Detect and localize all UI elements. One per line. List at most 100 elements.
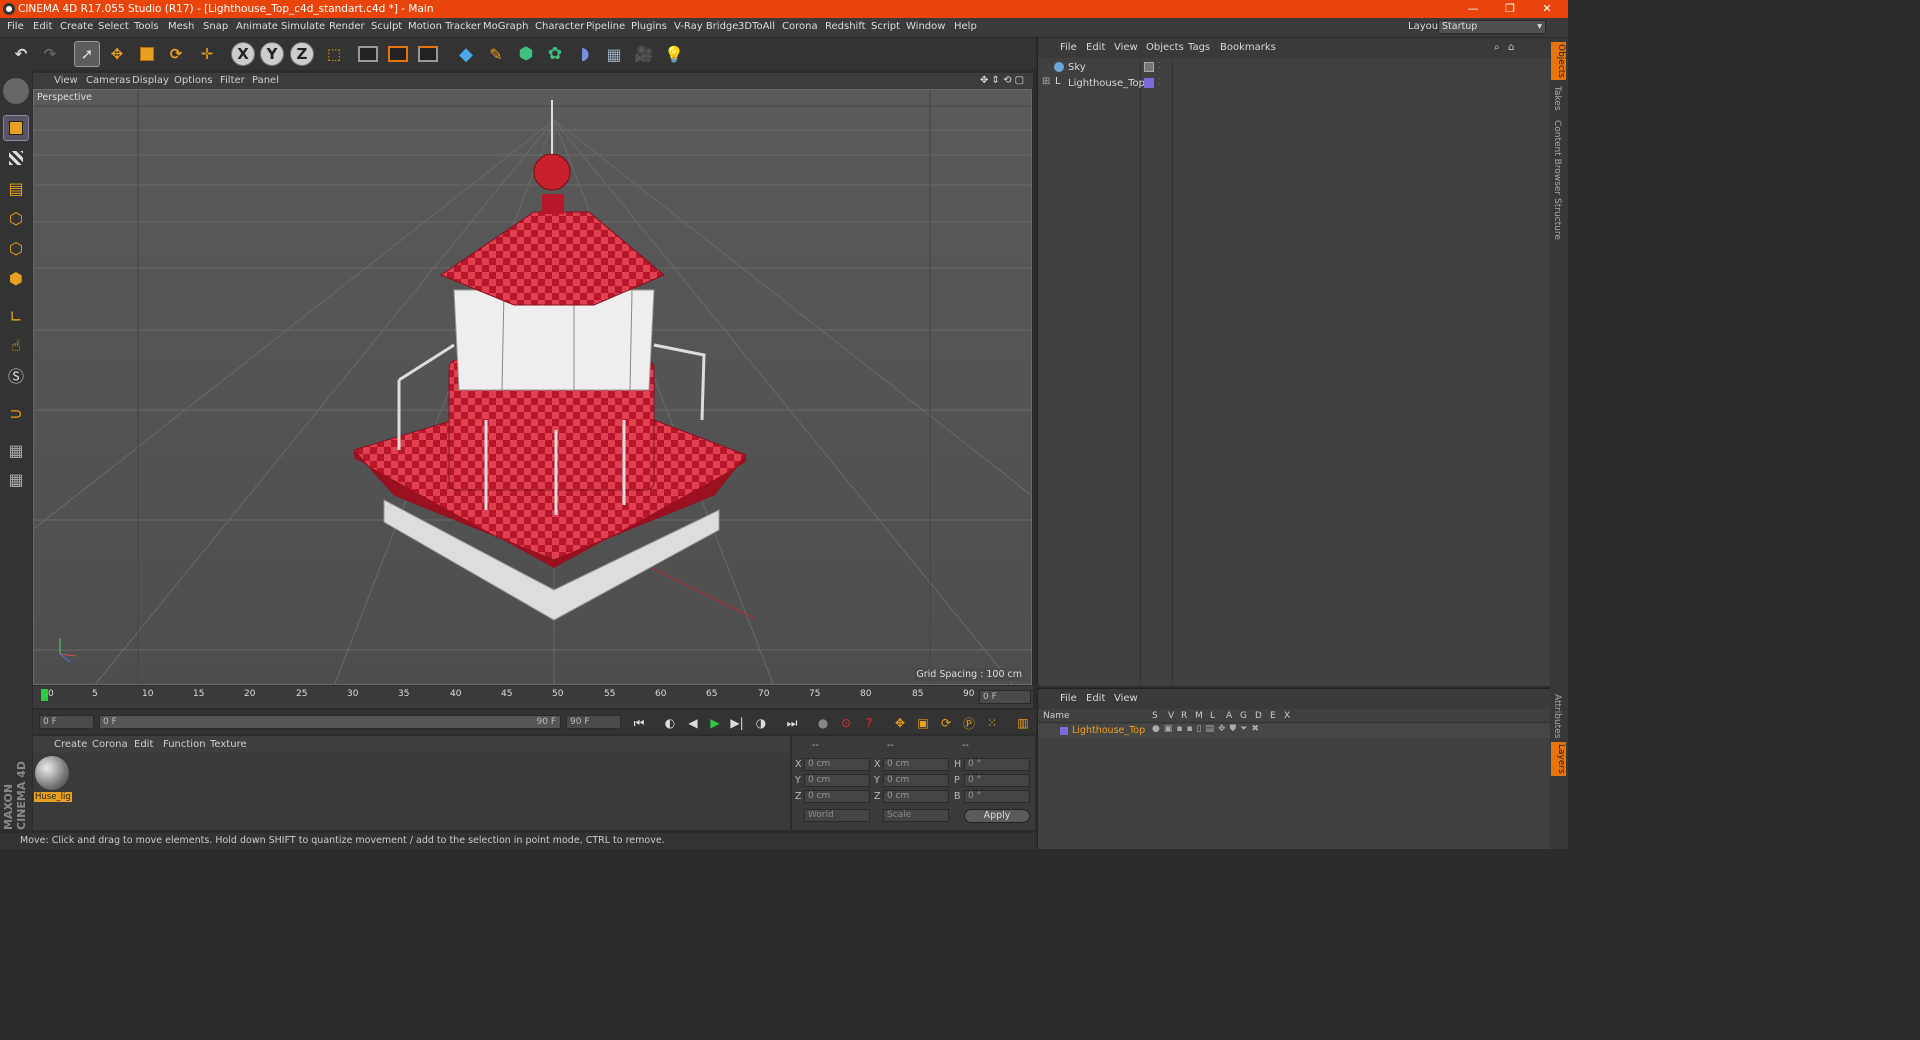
menu-tools[interactable]: Tools — [134, 21, 159, 32]
material-name[interactable]: Huse_lig — [34, 792, 72, 802]
goto-end-icon[interactable]: ⏭ — [782, 713, 802, 733]
objects-menu-bookmarks[interactable]: Bookmarks — [1220, 42, 1276, 53]
make-editable-icon[interactable] — [3, 78, 29, 104]
objects-menu-objects[interactable]: Objects — [1146, 42, 1184, 53]
record-active-icon[interactable]: ⊙ — [836, 713, 856, 733]
layer-flag-icons[interactable]: ●▣▪▪▯▤✥⛊⏷✖ — [1152, 724, 1263, 734]
step-forward-icon[interactable]: ▶| — [727, 713, 747, 733]
layers-menu-view[interactable]: View — [1114, 693, 1138, 704]
live-selection-icon[interactable]: ✛ — [194, 41, 220, 67]
menu-redshift[interactable]: Redshift — [825, 21, 866, 32]
goto-next-key-icon[interactable]: ◑ — [751, 713, 771, 733]
y-axis-icon[interactable]: Y — [260, 42, 284, 66]
expand-icon[interactable]: ⊞ — [1042, 76, 1050, 87]
menu-vray-bridge[interactable]: V-Ray Bridge — [674, 21, 738, 32]
object-row-lighthouse[interactable]: ⊞ L Lighthouse_Top ⁚ — [1038, 76, 1551, 92]
planar-workplane-icon[interactable]: ▦ — [3, 466, 29, 492]
play-icon[interactable]: ▶ — [705, 713, 725, 733]
position-y-field[interactable]: 0 cm — [804, 774, 870, 787]
record-keys-off-icon[interactable]: ● — [813, 713, 833, 733]
edges-mode-icon[interactable]: ⬡ — [3, 235, 29, 261]
render-dot-icon[interactable]: ⁚ — [1158, 77, 1161, 86]
light-icon[interactable]: 💡 — [661, 41, 687, 67]
menu-help[interactable]: Help — [954, 21, 977, 32]
minimize-button[interactable]: — — [1456, 0, 1490, 18]
material-menu-edit[interactable]: Edit — [134, 739, 153, 750]
objects-menu-edit[interactable]: Edit — [1086, 42, 1105, 53]
viewport-menu-panel[interactable]: Panel — [252, 75, 279, 86]
object-name[interactable]: Lighthouse_Top — [1068, 78, 1145, 89]
viewport-menu-options[interactable]: Options — [174, 75, 213, 86]
size-y-field[interactable]: 0 cm — [883, 774, 949, 787]
viewport-menu-filter[interactable]: Filter — [220, 75, 245, 86]
material-menu-texture[interactable]: Texture — [210, 739, 247, 750]
edit-render-settings-icon[interactable] — [415, 41, 441, 67]
menu-script[interactable]: Script — [871, 21, 900, 32]
layer-name[interactable]: Lighthouse_Top — [1072, 725, 1145, 736]
subdivision-icon[interactable]: ⬢ — [513, 41, 539, 67]
layout-dropdown[interactable]: Startup ▾ — [1438, 20, 1546, 34]
camera-icon[interactable]: 🎥 — [631, 41, 657, 67]
objects-menu-tags[interactable]: Tags — [1188, 42, 1210, 53]
step-back-icon[interactable]: ◀ — [683, 713, 703, 733]
workplane-icon[interactable]: ▤ — [3, 175, 29, 201]
layer-row[interactable]: Lighthouse_Top ●▣▪▪▯▤✥⛊⏷✖ — [1038, 724, 1551, 738]
menu-character[interactable]: Character — [535, 21, 584, 32]
home-icon[interactable]: ⌂ — [1508, 42, 1514, 53]
goto-prev-key-icon[interactable]: ◐ — [660, 713, 680, 733]
material-menu-corona[interactable]: Corona — [92, 739, 128, 750]
key-position-icon[interactable]: ✥ — [890, 713, 910, 733]
menu-corona[interactable]: Corona — [782, 21, 818, 32]
rotation-p-field[interactable]: 0 ° — [964, 774, 1030, 787]
side-tab-objects[interactable]: Objects — [1551, 42, 1566, 81]
apply-button[interactable]: Apply — [964, 809, 1030, 823]
lock-workplane-icon[interactable]: ▦ — [3, 437, 29, 463]
menu-create[interactable]: Create — [60, 21, 93, 32]
autokey-icon[interactable]: ? — [859, 713, 879, 733]
timeline-ruler[interactable]: 0 5 10 15 20 25 30 35 40 45 50 55 60 65 … — [33, 686, 1033, 708]
world-coord-icon[interactable]: ⬚ — [321, 41, 347, 67]
polygons-mode-icon[interactable]: ⬢ — [3, 265, 29, 291]
redo-icon[interactable]: ↷ — [37, 41, 63, 67]
objects-menu-view[interactable]: View — [1114, 42, 1138, 53]
menu-window[interactable]: Window — [906, 21, 945, 32]
position-z-field[interactable]: 0 cm — [804, 790, 870, 803]
menu-plugins[interactable]: Plugins — [631, 21, 667, 32]
side-tab-takes[interactable]: Takes — [1552, 86, 1562, 111]
menu-simulate[interactable]: Simulate — [281, 21, 325, 32]
menu-file[interactable]: File — [7, 21, 24, 32]
scale-icon[interactable] — [134, 41, 160, 67]
playhead-marker[interactable] — [41, 689, 48, 701]
pen-icon[interactable]: ✎ — [483, 41, 509, 67]
select-arrow-icon[interactable]: ➚ — [74, 41, 100, 67]
menu-snap[interactable]: Snap — [203, 21, 228, 32]
material-menu-function[interactable]: Function — [163, 739, 206, 750]
rotate-icon[interactable]: ⟳ — [163, 41, 189, 67]
rotation-h-field[interactable]: 0 ° — [964, 758, 1030, 771]
size-z-field[interactable]: 0 cm — [883, 790, 949, 803]
frame-range-slider[interactable]: 0 F 90 F — [99, 715, 561, 729]
menu-mograph[interactable]: MoGraph — [483, 21, 528, 32]
render-dot-icon[interactable]: ⁚ — [1158, 61, 1161, 70]
model-mode-icon[interactable] — [3, 115, 29, 141]
side-tab-layers[interactable]: Layers — [1551, 742, 1566, 776]
restore-button[interactable]: ❐ — [1493, 0, 1527, 18]
viewport-menu-display[interactable]: Display — [132, 75, 169, 86]
key-rotation-icon[interactable]: ⟳ — [936, 713, 956, 733]
object-row-sky[interactable]: Sky ⁚ — [1038, 60, 1551, 76]
key-param-icon[interactable]: Ⓟ — [959, 713, 979, 733]
layer-color-swatch[interactable] — [1060, 727, 1068, 735]
close-button[interactable]: ✕ — [1530, 0, 1564, 18]
magnet-icon[interactable]: ⊃ — [3, 400, 29, 426]
position-x-field[interactable]: 0 cm — [804, 758, 870, 771]
points-mode-icon[interactable]: ⬡ — [3, 205, 29, 231]
size-x-field[interactable]: 0 cm — [883, 758, 949, 771]
undo-icon[interactable]: ↶ — [8, 41, 34, 67]
deformer-icon[interactable]: ◗ — [572, 41, 598, 67]
material-thumbnail[interactable] — [35, 756, 69, 790]
menu-select[interactable]: Select — [98, 21, 129, 32]
menu-mesh[interactable]: Mesh — [168, 21, 194, 32]
objects-menu-file[interactable]: File — [1060, 42, 1077, 53]
side-tab-structure[interactable]: Structure — [1552, 198, 1562, 240]
key-scale-icon[interactable]: ▣ — [913, 713, 933, 733]
